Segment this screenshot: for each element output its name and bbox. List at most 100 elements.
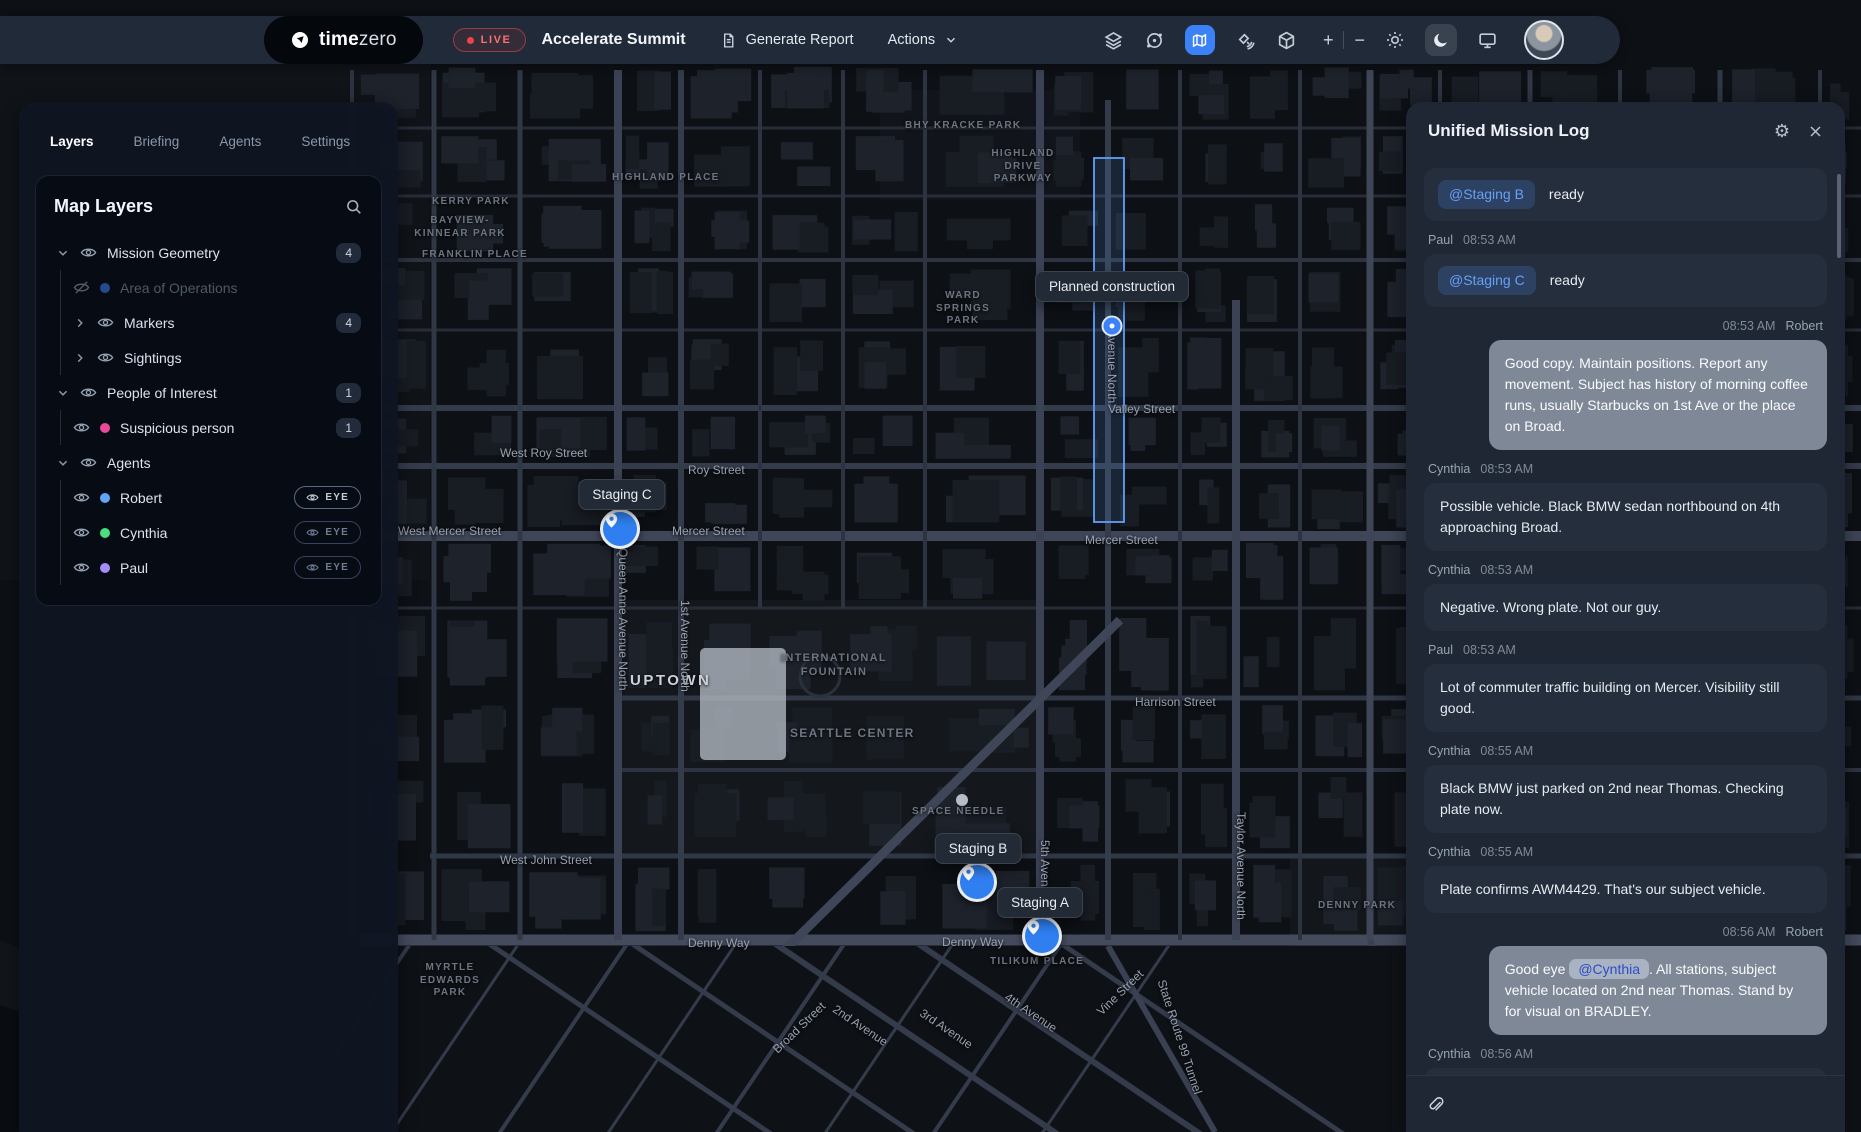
agent-label: Robert xyxy=(120,490,162,506)
zoom-out-button[interactable]: − xyxy=(1354,30,1365,51)
moon-icon[interactable] xyxy=(1425,24,1457,56)
follow-eye-button[interactable]: EYE xyxy=(294,521,361,544)
mention-chip[interactable]: @Staging C xyxy=(1438,266,1536,295)
layer-item-people-of-interest[interactable]: People of Interest 1 xyxy=(50,375,367,410)
message: @Staging B ready xyxy=(1424,168,1827,221)
sidebar-tabs: Layers Briefing Agents Settings xyxy=(19,102,398,149)
count-badge: 4 xyxy=(336,313,361,333)
agent-color-dot xyxy=(100,563,110,573)
eye-icon[interactable] xyxy=(73,524,90,541)
construction-zone[interactable] xyxy=(1094,158,1124,522)
scrollbar[interactable] xyxy=(1837,174,1841,258)
actions-dropdown[interactable]: Actions xyxy=(888,32,959,48)
layer-label: Area of Operations xyxy=(120,280,238,296)
follow-eye-button[interactable]: EYE xyxy=(294,486,361,509)
close-icon[interactable] xyxy=(1808,124,1823,139)
layer-item-suspicious-person[interactable]: Suspicious person 1 xyxy=(67,410,367,445)
eye-off-icon[interactable] xyxy=(73,279,90,296)
agent-label: Cynthia xyxy=(120,525,167,541)
eye-icon xyxy=(306,491,319,504)
message: 08:56 AMRobert Good eye @Cynthia. All st… xyxy=(1424,925,1827,1035)
message-list[interactable]: @Staging B ready Paul08:53 AM @Staging C… xyxy=(1406,160,1845,1076)
eye-icon xyxy=(306,526,319,539)
divider xyxy=(1343,31,1344,49)
eye-icon[interactable] xyxy=(97,349,114,366)
search-icon[interactable] xyxy=(345,198,363,216)
tab-agents[interactable]: Agents xyxy=(219,134,261,149)
layer-item-area-of-operations[interactable]: Area of Operations xyxy=(67,270,367,305)
staging-a-tooltip: Staging A xyxy=(997,887,1083,918)
chevron-right-icon[interactable] xyxy=(73,352,87,364)
brand-logo[interactable]: timezero xyxy=(264,16,423,64)
message: Paul08:53 AM Lot of commuter traffic bui… xyxy=(1424,643,1827,732)
chevron-down-icon[interactable] xyxy=(56,457,70,469)
eye-icon[interactable] xyxy=(80,384,97,401)
paperclip-icon[interactable] xyxy=(1426,1095,1445,1114)
count-badge: 1 xyxy=(336,383,361,403)
layer-item-agent-paul[interactable]: Paul EYE xyxy=(67,550,367,585)
staging-c-tooltip: Staging C xyxy=(578,479,665,510)
layer-label: Agents xyxy=(107,455,151,471)
live-dot-icon xyxy=(467,37,474,44)
staging-c-marker[interactable] xyxy=(600,509,640,549)
eye-icon[interactable] xyxy=(73,489,90,506)
agent-color-dot xyxy=(100,493,110,503)
mention-chip[interactable]: @Cynthia xyxy=(1569,959,1649,979)
user-avatar[interactable] xyxy=(1524,20,1564,60)
chevron-down-icon xyxy=(944,33,958,47)
layer-item-agent-cynthia[interactable]: Cynthia EYE xyxy=(67,515,367,550)
layer-color-dot xyxy=(100,283,110,293)
staging-a-marker[interactable] xyxy=(1022,916,1062,956)
chevron-right-icon[interactable] xyxy=(73,317,87,329)
orbit-icon[interactable] xyxy=(1144,30,1165,51)
staging-b-marker[interactable] xyxy=(957,862,997,902)
mission-title: Accelerate Summit xyxy=(542,31,686,49)
construction-tooltip: Planned construction xyxy=(1035,271,1189,302)
chevron-down-icon[interactable] xyxy=(56,247,70,259)
layer-label: Suspicious person xyxy=(120,420,234,436)
panel-title: Map Layers xyxy=(54,196,153,217)
map-zoom-control: + − xyxy=(1323,30,1365,51)
mission-log-title: Unified Mission Log xyxy=(1428,121,1590,141)
layer-item-agents[interactable]: Agents xyxy=(50,445,367,480)
layer-color-dot xyxy=(100,423,110,433)
message-composer[interactable] xyxy=(1406,1075,1845,1132)
brand-wordmark: timezero xyxy=(319,29,397,51)
follow-eye-button[interactable]: EYE xyxy=(294,556,361,579)
eye-icon[interactable] xyxy=(73,559,90,576)
cube-icon[interactable] xyxy=(1276,30,1297,51)
document-icon xyxy=(720,32,737,49)
eye-icon[interactable] xyxy=(97,314,114,331)
monitor-icon[interactable] xyxy=(1477,30,1498,51)
tab-layers[interactable]: Layers xyxy=(50,134,94,149)
eye-icon[interactable] xyxy=(80,454,97,471)
chevron-down-icon[interactable] xyxy=(56,387,70,399)
mention-chip[interactable]: @Staging B xyxy=(1438,180,1535,209)
zoom-in-button[interactable]: + xyxy=(1323,30,1334,51)
top-navbar: timezero LIVE Accelerate Summit Generate… xyxy=(0,16,1620,64)
agent-color-dot xyxy=(100,528,110,538)
live-badge: LIVE xyxy=(453,28,526,52)
layer-item-sightings[interactable]: Sightings xyxy=(67,340,367,375)
eye-icon[interactable] xyxy=(73,419,90,436)
count-badge: 1 xyxy=(336,418,361,438)
tab-briefing[interactable]: Briefing xyxy=(134,134,180,149)
map-icon[interactable] xyxy=(1185,25,1215,55)
satellite-icon[interactable] xyxy=(1235,30,1256,51)
layer-item-markers[interactable]: Markers 4 xyxy=(67,305,367,340)
eye-icon[interactable] xyxy=(80,244,97,261)
layer-item-agent-robert[interactable]: Robert EYE xyxy=(67,480,367,515)
gear-icon[interactable]: ⚙ xyxy=(1774,122,1790,140)
sun-icon[interactable] xyxy=(1385,30,1405,50)
message: Cynthia08:53 AM Negative. Wrong plate. N… xyxy=(1424,563,1827,631)
generate-report-button[interactable]: Generate Report xyxy=(720,32,854,49)
construction-marker[interactable] xyxy=(1102,316,1123,337)
layer-label: Markers xyxy=(124,315,175,331)
layer-item-mission-geometry[interactable]: Mission Geometry 4 xyxy=(50,235,367,270)
eye-icon xyxy=(306,561,319,574)
message: Cynthia08:53 AM Possible vehicle. Black … xyxy=(1424,462,1827,551)
layers-icon[interactable] xyxy=(1103,30,1124,51)
tab-settings[interactable]: Settings xyxy=(301,134,350,149)
location-pin-icon xyxy=(1025,919,1042,936)
message: Cynthia08:56 AM Driver exiting vehicle n… xyxy=(1424,1047,1827,1076)
